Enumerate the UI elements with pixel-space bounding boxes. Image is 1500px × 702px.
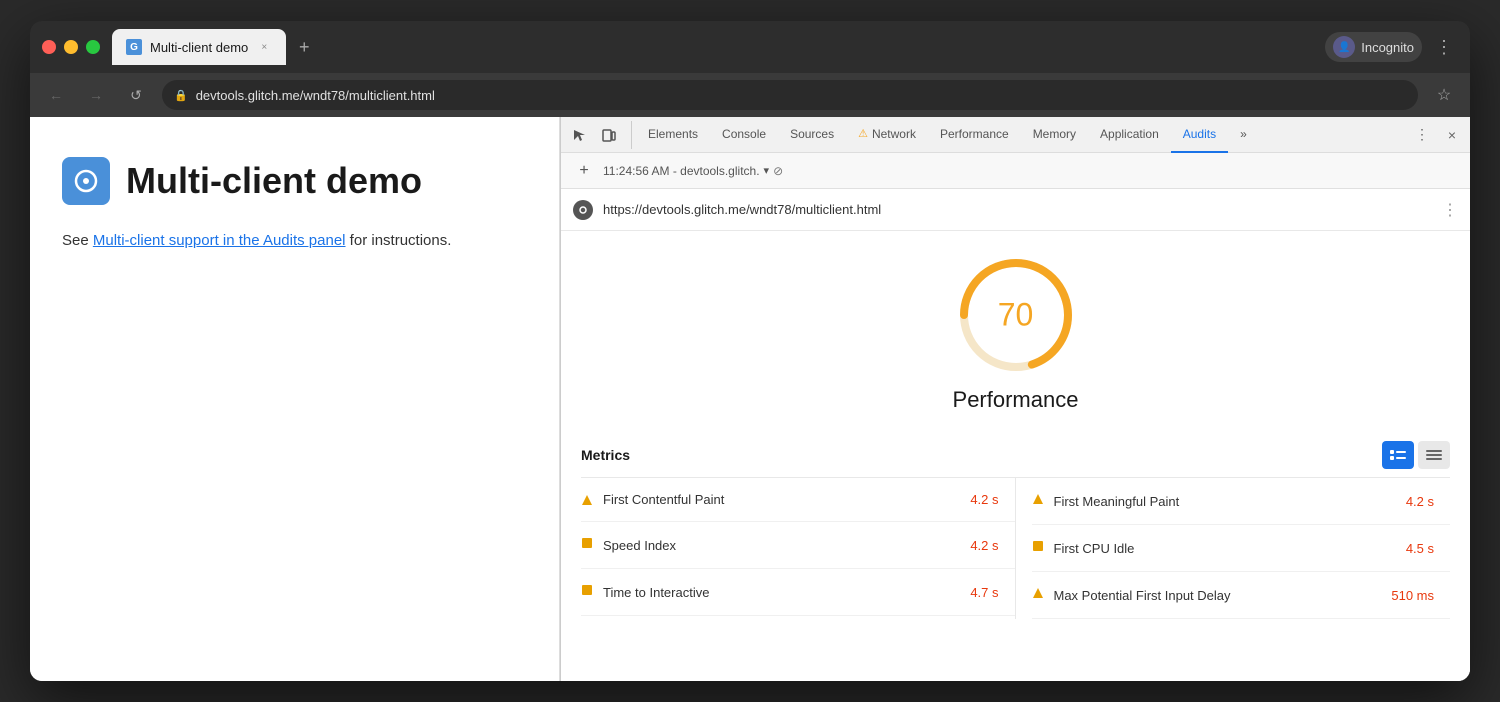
metric-icon-fcp <box>581 494 593 506</box>
tab-more[interactable]: » <box>1228 117 1259 153</box>
traffic-lights <box>42 40 100 54</box>
audit-toolbar: + 11:24:56 AM - devtools.glitch. ▾ ⊘ <box>561 153 1470 189</box>
tab-memory[interactable]: Memory <box>1021 117 1088 153</box>
metric-first-cpu-idle: First CPU Idle 4.5 s <box>1032 525 1451 572</box>
page-header: Multi-client demo <box>62 157 527 205</box>
metric-value-si: 4.2 s <box>970 538 1014 553</box>
tab-sources[interactable]: Sources <box>778 117 846 153</box>
metric-max-first-input-delay: Max Potential First Input Delay 510 ms <box>1032 572 1451 619</box>
page-description: See Multi-client support in the Audits p… <box>62 229 527 253</box>
avatar: 👤 <box>1333 36 1355 58</box>
browser-window: G Multi-client demo × + 👤 Incognito ⋮ ← … <box>30 21 1470 681</box>
lock-icon: 🔒 <box>174 89 188 102</box>
bookmark-button[interactable]: ☆ <box>1430 81 1458 109</box>
metric-name-fcp: First Contentful Paint <box>603 492 960 507</box>
score-value: 70 <box>998 297 1034 334</box>
metric-first-contentful-paint: First Contentful Paint 4.2 s <box>581 478 1015 522</box>
metric-icon-si <box>581 536 593 554</box>
metric-name-mfid: Max Potential First Input Delay <box>1054 588 1382 603</box>
metrics-summary-toggle[interactable] <box>1418 441 1450 469</box>
page-title: Multi-client demo <box>126 160 422 202</box>
metric-name-si: Speed Index <box>603 538 960 553</box>
cursor-icon[interactable] <box>565 121 593 149</box>
maximize-button[interactable] <box>86 40 100 54</box>
network-warning-icon: ⚠ <box>858 127 868 140</box>
audit-url-text: https://devtools.glitch.me/wndt78/multic… <box>603 202 1432 217</box>
tab-bar: G Multi-client demo × + <box>112 29 1305 65</box>
tab-network[interactable]: ⚠Network <box>846 117 928 153</box>
tab-elements[interactable]: Elements <box>636 117 710 153</box>
forward-button[interactable]: → <box>82 81 110 109</box>
audits-panel-link[interactable]: Multi-client support in the Audits panel <box>93 232 346 249</box>
new-tab-button[interactable]: + <box>290 33 318 61</box>
tab-favicon: G <box>126 39 142 55</box>
metric-value-mfid: 510 ms <box>1391 588 1450 603</box>
url-bar[interactable]: 🔒 devtools.glitch.me/wndt78/multiclient.… <box>162 80 1418 110</box>
main-content: Multi-client demo See Multi-client suppo… <box>30 117 1470 681</box>
score-section: 70 Performance <box>561 231 1470 429</box>
title-bar: G Multi-client demo × + 👤 Incognito ⋮ <box>30 21 1470 73</box>
url-text: devtools.glitch.me/wndt78/multiclient.ht… <box>196 88 435 103</box>
devtools-actions: ⋮ × <box>1408 121 1466 149</box>
devtools-panel: Elements Console Sources ⚠Network Perfor… <box>560 117 1470 681</box>
page-content: Multi-client demo See Multi-client suppo… <box>30 117 560 681</box>
page-logo <box>62 157 110 205</box>
reload-button[interactable]: ↺ <box>122 81 150 109</box>
back-button[interactable]: ← <box>42 81 70 109</box>
audit-block-icon[interactable]: ⊘ <box>773 164 783 178</box>
tab-console[interactable]: Console <box>710 117 778 153</box>
close-button[interactable] <box>42 40 56 54</box>
metrics-title: Metrics <box>581 447 630 463</box>
browser-tab[interactable]: G Multi-client demo × <box>112 29 286 65</box>
score-circle: 70 <box>956 255 1076 375</box>
audit-add-button[interactable]: + <box>573 160 595 182</box>
metric-first-meaningful-paint: First Meaningful Paint 4.2 s <box>1032 478 1451 525</box>
metric-time-to-interactive: Time to Interactive 4.7 s <box>581 569 1015 616</box>
tab-performance[interactable]: Performance <box>928 117 1021 153</box>
metric-value-fcp: 4.2 s <box>970 492 1014 507</box>
metric-value-tti: 4.7 s <box>970 585 1014 600</box>
metrics-header: Metrics <box>581 429 1450 478</box>
metrics-toggle <box>1382 441 1450 469</box>
score-label: Performance <box>953 387 1079 413</box>
profile-label: Incognito <box>1361 40 1414 55</box>
audit-dropdown-icon[interactable]: ▾ <box>764 164 770 177</box>
devtools-toolbar: Elements Console Sources ⚠Network Perfor… <box>561 117 1470 153</box>
metric-name-tti: Time to Interactive <box>603 585 960 600</box>
metric-speed-index: Speed Index 4.2 s <box>581 522 1015 569</box>
metrics-detail-toggle[interactable] <box>1382 441 1414 469</box>
minimize-button[interactable] <box>64 40 78 54</box>
audit-timestamp: 11:24:56 AM - devtools.glitch. ▾ ⊘ <box>603 164 783 178</box>
devtools-tabs: Elements Console Sources ⚠Network Perfor… <box>636 117 1408 153</box>
audit-url-menu-button[interactable]: ⋮ <box>1442 200 1458 220</box>
devtools-menu-button[interactable]: ⋮ <box>1408 121 1436 149</box>
tab-title: Multi-client demo <box>150 40 248 55</box>
metric-value-fmp: 4.2 s <box>1406 494 1450 509</box>
audit-url-bar: https://devtools.glitch.me/wndt78/multic… <box>561 189 1470 231</box>
audit-url-favicon <box>573 200 593 220</box>
address-bar: ← → ↺ 🔒 devtools.glitch.me/wndt78/multic… <box>30 73 1470 117</box>
browser-menu-button[interactable]: ⋮ <box>1430 33 1458 61</box>
metric-icon-fci <box>1032 539 1044 557</box>
device-icon[interactable] <box>595 121 623 149</box>
tab-audits[interactable]: Audits <box>1171 117 1228 153</box>
metrics-section: Metrics <box>561 429 1470 681</box>
description-prefix: See <box>62 232 93 249</box>
profile-area[interactable]: 👤 Incognito <box>1325 32 1422 62</box>
devtools-close-button[interactable]: × <box>1438 121 1466 149</box>
metrics-grid: First Contentful Paint 4.2 s Speed Index… <box>581 478 1450 619</box>
metric-icon-tti <box>581 583 593 601</box>
tab-close-button[interactable]: × <box>256 39 272 55</box>
devtools-icons <box>565 121 632 149</box>
metric-icon-mfid <box>1032 586 1044 604</box>
tab-application[interactable]: Application <box>1088 117 1171 153</box>
metric-icon-fmp <box>1032 492 1044 510</box>
description-suffix: for instructions. <box>346 232 452 249</box>
metric-name-fci: First CPU Idle <box>1054 541 1396 556</box>
metric-value-fci: 4.5 s <box>1406 541 1450 556</box>
metric-name-fmp: First Meaningful Paint <box>1054 494 1396 509</box>
